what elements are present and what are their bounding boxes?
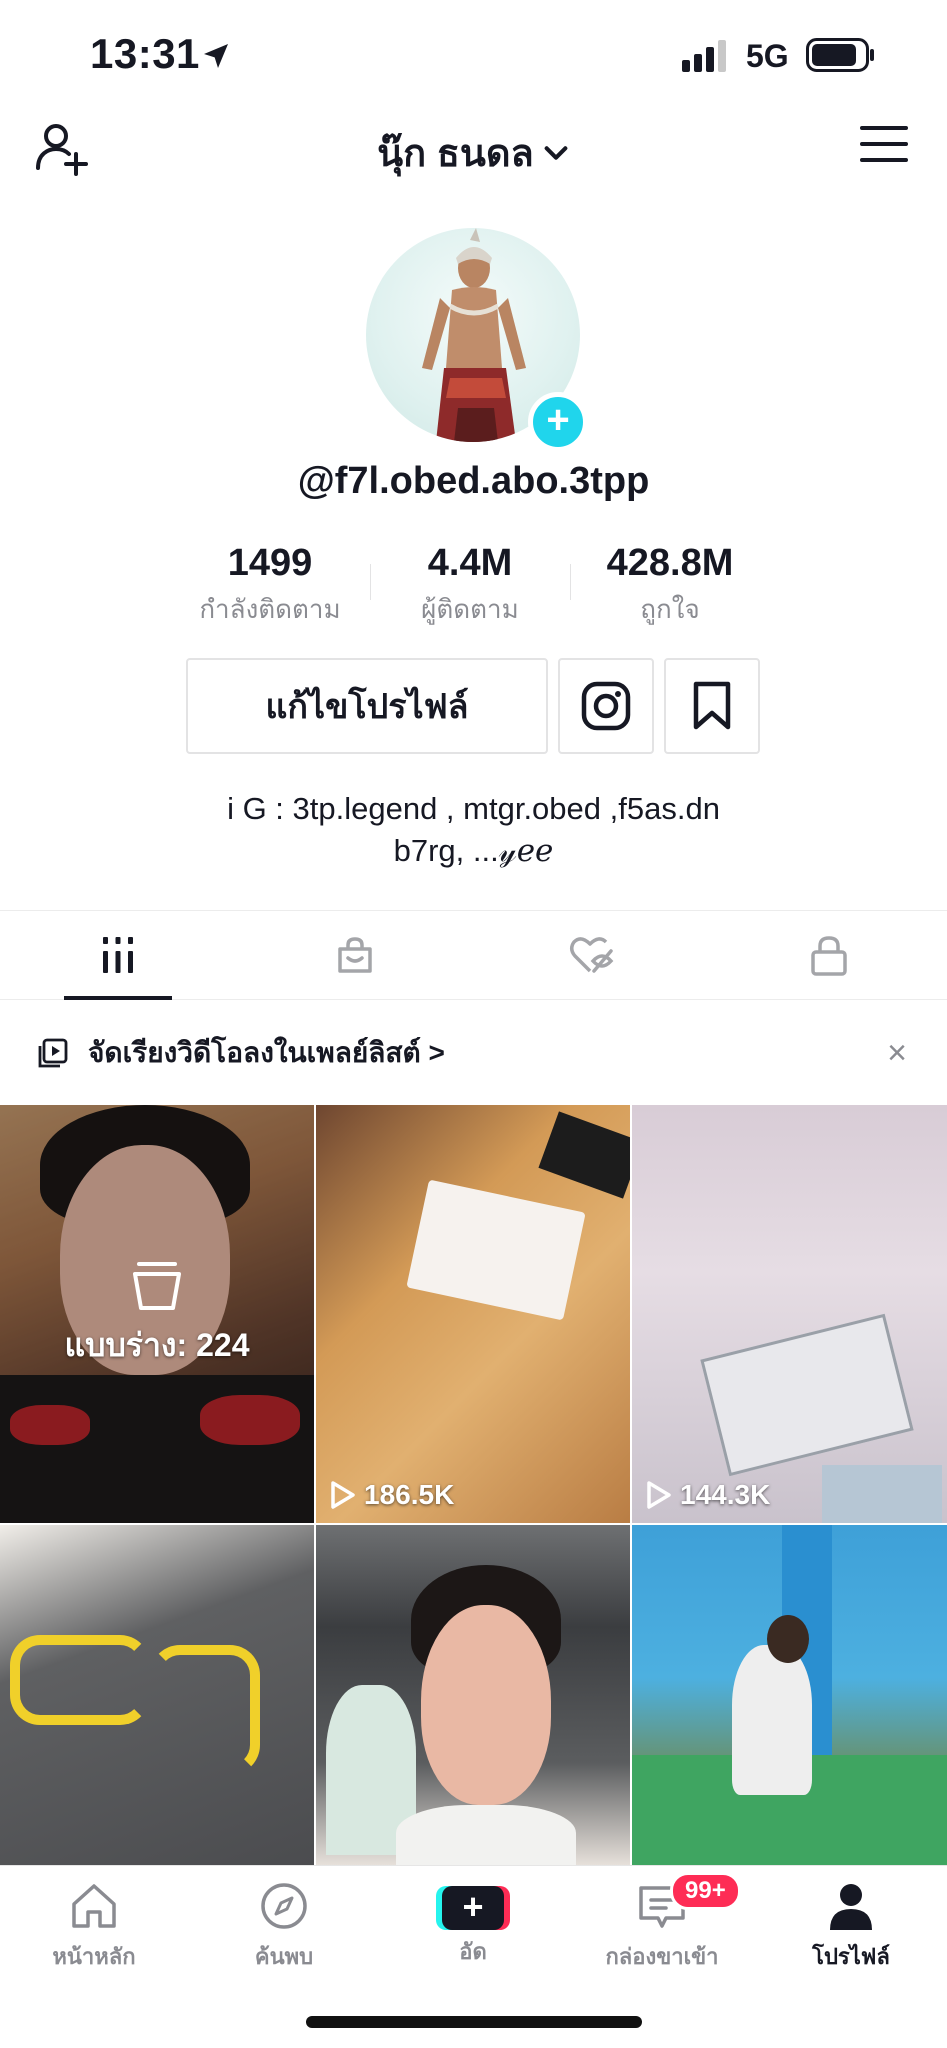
nav-home[interactable]: หน้าหลัก — [14, 1880, 174, 1974]
following-label: กำลังติดตาม — [199, 594, 341, 624]
nav-discover-label: ค้นพบ — [254, 1944, 314, 1969]
status-time: 13:31 — [90, 30, 200, 77]
playlist-banner: จัดเรียงวิดีโอลงในเพลย์ลิสต์ > × — [0, 1018, 947, 1088]
playlist-icon — [38, 1038, 68, 1068]
cellular-signal-icon — [682, 40, 726, 72]
drafts-label: แบบร่าง: 224 — [64, 1326, 250, 1363]
nav-create-label: อัด — [459, 1939, 487, 1964]
favorites-button[interactable] — [664, 658, 760, 754]
followers-count: 4.4M — [427, 542, 513, 584]
tab-private[interactable] — [710, 911, 947, 999]
inbox-badge: 99+ — [670, 1872, 741, 1910]
nav-home-label: หน้าหลัก — [52, 1944, 136, 1969]
video-tile[interactable] — [632, 1525, 947, 1865]
likes-label: ถูกใจ — [640, 594, 700, 624]
bio-line-1: i G : 3tp.legend , mtgr.obed ,f5as.dn — [227, 791, 720, 826]
tab-shop[interactable] — [237, 911, 474, 999]
profile-icon — [830, 1884, 872, 1930]
status-bar: 13:31 5G — [0, 0, 947, 110]
profile-tabs — [0, 910, 947, 1000]
account-switcher[interactable]: นุ๊ก ธนดล — [377, 122, 570, 183]
video-tile-drafts[interactable]: แบบร่าง: 224 — [0, 1105, 314, 1523]
nav-profile-label: โปรไฟล์ — [812, 1944, 890, 1969]
lock-icon — [810, 936, 847, 976]
add-story-button[interactable]: + — [528, 392, 588, 452]
plus-icon: + — [442, 1886, 504, 1930]
edit-profile-button[interactable]: แก้ไขโปรไฟล์ — [186, 658, 548, 754]
followers-label: ผู้ติดตาม — [421, 594, 519, 624]
instagram-icon — [581, 681, 631, 731]
battery-icon — [806, 38, 874, 72]
video-tile[interactable]: 144.3K — [632, 1105, 947, 1523]
view-count: 144.3K — [646, 1479, 770, 1511]
view-count-text: 144.3K — [680, 1479, 771, 1510]
likes-stat[interactable]: 428.8M ถูกใจ — [570, 542, 770, 624]
bio-line-2: b7rg, ...𝓎ℯℯ — [393, 833, 554, 868]
home-indicator — [306, 2016, 642, 2028]
shopping-bag-icon — [338, 937, 372, 973]
grid-icon — [103, 937, 134, 973]
likes-count: 428.8M — [606, 542, 734, 584]
profile-stats: 1499 กำลังติดตาม 4.4M ผู้ติดตาม 428.8M ถ… — [170, 542, 770, 624]
menu-icon[interactable] — [860, 124, 908, 164]
home-icon — [72, 1884, 116, 1928]
view-count-text: 186.5K — [364, 1479, 455, 1510]
following-stat[interactable]: 1499 กำลังติดตาม — [170, 542, 370, 624]
nav-discover[interactable]: ค้นพบ — [204, 1880, 364, 1974]
bookmark-icon — [693, 681, 731, 730]
drafts-overlay: แบบร่าง: 224 — [0, 1105, 314, 1523]
profile-name: นุ๊ก ธนดล — [377, 133, 534, 175]
liked-hidden-icon — [569, 937, 614, 973]
create-button[interactable]: + — [436, 1886, 510, 1930]
close-icon[interactable]: × — [887, 1036, 907, 1070]
tab-liked[interactable] — [474, 911, 711, 999]
video-grid: แบบร่าง: 224 186.5K 144.3K — [0, 1105, 947, 1865]
network-type: 5G — [746, 38, 789, 74]
followers-stat[interactable]: 4.4M ผู้ติดตาม — [370, 542, 570, 624]
location-arrow-icon — [204, 44, 228, 68]
play-icon — [331, 1481, 355, 1509]
playlist-link[interactable]: จัดเรียงวิดีโอลงในเพลย์ลิสต์ > — [88, 1031, 445, 1075]
view-count: 186.5K — [330, 1479, 454, 1511]
instagram-button[interactable] — [558, 658, 654, 754]
nav-profile[interactable]: โปรไฟล์ — [771, 1880, 931, 1974]
play-icon — [647, 1481, 671, 1509]
compass-icon — [261, 1883, 307, 1929]
video-tile[interactable] — [316, 1525, 630, 1865]
chevron-down-icon — [544, 145, 568, 160]
tab-videos[interactable] — [0, 911, 237, 1000]
video-tile[interactable] — [0, 1525, 314, 1865]
username: @f7l.obed.abo.3tpp — [297, 460, 650, 502]
drafts-icon — [133, 1261, 181, 1310]
nav-inbox-label: กล่องขาเข้า — [605, 1944, 719, 1969]
profile-name-header: นุ๊ก ธนดล — [0, 122, 947, 183]
bio: i G : 3tp.legend , mtgr.obed ,f5as.dn b7… — [0, 788, 947, 872]
nav-inbox[interactable]: 99+ กล่องขาเข้า — [582, 1872, 742, 1974]
following-count: 1499 — [227, 542, 313, 584]
nav-create[interactable]: + อัด — [393, 1880, 553, 1969]
video-tile[interactable]: 186.5K — [316, 1105, 630, 1523]
